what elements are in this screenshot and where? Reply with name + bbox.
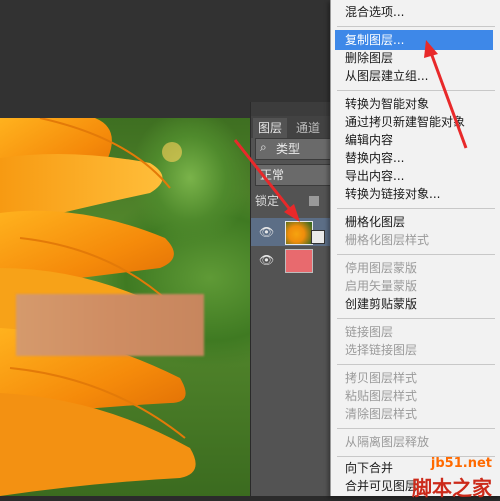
menu-item-clear-layer-style: 清除图层样式 bbox=[345, 407, 418, 421]
menu-item-edit-contents[interactable]: 编辑内容 bbox=[331, 130, 500, 150]
layer-thumbnail bbox=[285, 221, 313, 245]
watermark-site: jb51.net bbox=[430, 456, 492, 471]
visibility-eye-icon[interactable]: 👁 bbox=[259, 225, 274, 239]
layer-filter-select[interactable]: ⌕ 类型 bbox=[255, 138, 337, 160]
menu-item-link-layers: 链接图层 bbox=[345, 325, 394, 339]
menu-separator bbox=[337, 26, 495, 27]
blend-mode-select[interactable]: 正常 bbox=[255, 164, 337, 186]
menu-separator bbox=[337, 90, 495, 91]
layer-context-menu: 混合选项... 复制图层... 删除图层 从图层建立组... 转换为智能对象 通… bbox=[330, 0, 500, 496]
menu-item-select-linked-layers: 选择链接图层 bbox=[345, 343, 418, 357]
lock-transparency-icon[interactable] bbox=[309, 196, 319, 206]
menu-item-copy-layer-style: 拷贝图层样式 bbox=[345, 371, 418, 385]
menu-separator bbox=[337, 208, 495, 209]
menu-item-duplicate-layer[interactable]: 复制图层... bbox=[335, 30, 493, 50]
site-watermark: jb51.net 脚本之家 bbox=[386, 456, 496, 500]
menu-separator bbox=[337, 254, 495, 255]
blend-mode-label: 正常 bbox=[260, 168, 285, 182]
tab-channels[interactable]: 通道 bbox=[291, 118, 325, 138]
filter-kind-label: 类型 bbox=[276, 142, 301, 156]
menu-separator bbox=[337, 364, 495, 365]
search-icon: ⌕ bbox=[260, 140, 267, 154]
menu-item-delete-layer[interactable]: 删除图层 bbox=[331, 48, 500, 68]
menu-item-rasterize-layer[interactable]: 栅格化图层 bbox=[331, 212, 500, 232]
menu-item-blending-options[interactable]: 混合选项... bbox=[331, 2, 500, 22]
menu-item-rasterize-layer-style: 栅格化图层样式 bbox=[345, 233, 430, 247]
menu-item-convert-linked[interactable]: 转换为链接对象... bbox=[331, 184, 500, 204]
visibility-eye-icon[interactable]: 👁 bbox=[259, 253, 274, 267]
menu-item-create-clipping-mask[interactable]: 创建剪贴蒙版 bbox=[331, 294, 500, 314]
menu-item-release-from-isolation: 从隔离图层释放 bbox=[345, 435, 430, 449]
menu-item-replace-contents[interactable]: 替换内容... bbox=[331, 148, 500, 168]
menu-item-paste-layer-style: 粘贴图层样式 bbox=[345, 389, 418, 403]
menu-separator bbox=[337, 428, 495, 429]
blurred-watermark-patch bbox=[16, 294, 204, 356]
watermark-name: 脚本之家 bbox=[412, 476, 492, 500]
menu-item-new-smart-object-via-copy[interactable]: 通过拷贝新建智能对象 bbox=[331, 112, 500, 132]
menu-separator bbox=[337, 318, 495, 319]
layer-thumbnail bbox=[285, 249, 313, 273]
menu-item-convert-smart-object[interactable]: 转换为智能对象 bbox=[331, 94, 500, 114]
menu-item-export-contents[interactable]: 导出内容... bbox=[331, 166, 500, 186]
menu-item-enable-vector-mask: 启用矢量蒙版 bbox=[345, 279, 418, 293]
tab-layers[interactable]: 图层 bbox=[253, 118, 288, 138]
menu-item-disable-layer-mask: 停用图层蒙版 bbox=[345, 261, 418, 275]
menu-item-group-from-layers[interactable]: 从图层建立组... bbox=[331, 66, 500, 86]
lock-label: 锁定 bbox=[255, 194, 280, 208]
smart-object-icon bbox=[311, 230, 325, 244]
